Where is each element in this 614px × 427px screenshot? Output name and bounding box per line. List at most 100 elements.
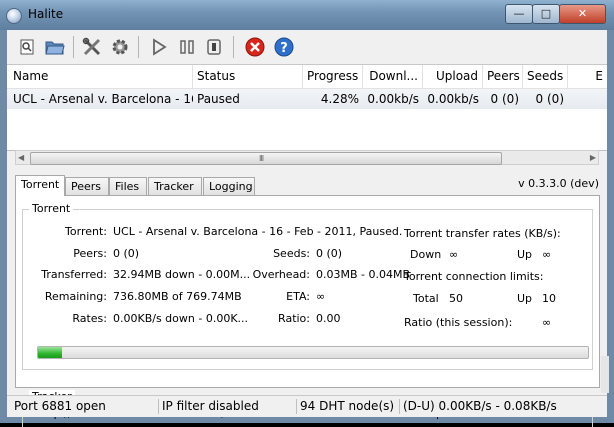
status-port: Port 6881 open	[11, 399, 159, 414]
open-folder-icon	[45, 41, 65, 55]
total-connections-label: Total	[413, 292, 439, 305]
ratio-label: Ratio:	[278, 312, 310, 325]
up-connections-value[interactable]: 10	[542, 292, 556, 305]
transferred-value: 32.94MB down - 0.00M...	[113, 268, 251, 281]
torrent-progress: 4.28%	[320, 92, 359, 106]
column-header-download[interactable]: Downl...	[363, 65, 423, 88]
toolbar: ?	[7, 30, 607, 65]
horizontal-scrollbar[interactable]: ◀ III ▶	[15, 150, 599, 165]
torrent-upload-rate: 0.00kb/s	[427, 92, 479, 106]
tab-tracker[interactable]: Tracker	[148, 177, 202, 195]
open-folder-button[interactable]	[43, 35, 67, 59]
toolbar-separator	[233, 36, 234, 58]
gear-icon	[112, 39, 128, 55]
up-connections-label: Up	[517, 292, 533, 305]
peers-label: Peers:	[73, 247, 107, 260]
client-area: ? Name Status Progress Downl... Upload P…	[7, 30, 609, 427]
torrent-status: Paused	[197, 92, 240, 106]
add-torrent-button[interactable]	[15, 35, 39, 59]
rates-value: 0.00KB/s down - 0.00K...	[113, 312, 249, 325]
scroll-right-icon[interactable]: ▶	[590, 153, 596, 162]
progress-fill	[38, 347, 62, 358]
halite-app-icon	[6, 8, 22, 24]
overhead-value: 0.03MB - 0.04MB	[316, 268, 411, 281]
transferred-label: Transferred:	[41, 268, 107, 281]
seeds-value: 0 (0)	[316, 247, 343, 260]
column-header-name[interactable]: Name	[7, 65, 193, 88]
settings-tools-icon	[82, 37, 101, 56]
remaining-value: 736.80MB of 769.74MB	[113, 290, 242, 303]
column-header-seeds[interactable]: Seeds	[523, 65, 568, 88]
column-header-upload[interactable]: Upload	[423, 65, 483, 88]
connection-limits-heading: Torrent connection limits:	[404, 270, 544, 283]
add-torrent-icon	[20, 39, 34, 55]
torrent-value: UCL - Arsenal v. Barcelona - 16 - Feb - …	[113, 225, 403, 238]
svg-text:?: ?	[280, 41, 288, 56]
help-button[interactable]: ?	[272, 35, 296, 59]
status-dht-nodes: 94 DHT node(s)	[297, 399, 400, 414]
transfer-rates-heading: Torrent transfer rates (KB/s):	[404, 227, 561, 240]
torrent-group: Torrent Torrent: UCL - Arsenal v. Barcel…	[22, 202, 593, 370]
torrent-progress-bar	[37, 346, 589, 359]
rates-label: Rates:	[72, 312, 107, 325]
overhead-label: Overhead:	[252, 268, 310, 281]
up-rate-label: Up	[517, 248, 533, 261]
vertical-scrollbar[interactable]	[601, 356, 609, 393]
ratio-session-value[interactable]: ∞	[542, 316, 551, 329]
stop-button[interactable]	[202, 35, 226, 59]
tab-torrent[interactable]: Torrent	[15, 175, 65, 196]
pause-button[interactable]	[175, 35, 199, 59]
app-window: Halite — □ ✕ ? Name Status Progress Down…	[0, 0, 614, 427]
eta-label: ETA:	[286, 290, 310, 303]
list-header: Name Status Progress Downl... Upload Pee…	[7, 65, 607, 89]
help-icon: ?	[274, 37, 294, 57]
pause-icon	[180, 40, 194, 54]
peers-value: 0 (0)	[113, 247, 140, 260]
torrent-group-title: Torrent	[29, 202, 74, 215]
column-header-extra[interactable]: E	[568, 65, 607, 88]
toolbar-separator	[73, 36, 74, 58]
window-title: Halite	[28, 7, 64, 21]
tab-logging[interactable]: Logging	[203, 177, 255, 195]
torrent-name: UCL - Arsenal v. Barcelona - 16 ...	[13, 92, 193, 106]
torrent-label: Torrent:	[65, 225, 107, 238]
column-header-peers[interactable]: Peers	[483, 65, 523, 88]
status-transfer-rates: (D-U) 0.00KB/s - 0.08KB/s	[403, 399, 557, 413]
down-rate-label: Down	[410, 248, 442, 261]
remove-icon	[245, 37, 265, 57]
torrent-peers: 0 (0)	[490, 92, 519, 106]
tab-peers[interactable]: Peers	[65, 177, 109, 195]
stop-icon	[207, 39, 221, 55]
table-row[interactable]: UCL - Arsenal v. Barcelona - 16 ... Paus…	[7, 89, 607, 109]
status-ip-filter: IP filter disabled	[159, 399, 297, 414]
status-bar: Port 6881 open IP filter disabled 94 DHT…	[7, 395, 607, 417]
eta-value: ∞	[316, 290, 326, 303]
close-button[interactable]: ✕	[559, 4, 606, 24]
up-rate-value[interactable]: ∞	[542, 248, 551, 261]
resume-icon	[153, 38, 167, 56]
toolbar-separator	[138, 36, 139, 58]
version-label: v 0.3.3.0 (dev)	[518, 177, 599, 190]
preferences-button[interactable]	[108, 35, 132, 59]
resume-button[interactable]	[147, 35, 171, 59]
tab-files[interactable]: Files	[109, 177, 147, 195]
settings-tools-button[interactable]	[80, 35, 104, 59]
column-header-status[interactable]: Status	[193, 65, 303, 88]
torrent-seeds: 0 (0)	[535, 92, 564, 106]
scroll-grip: III	[259, 154, 264, 163]
scroll-thumb[interactable]: III	[30, 152, 502, 165]
seeds-label: Seeds:	[273, 247, 310, 260]
total-connections-value[interactable]: 50	[449, 292, 463, 305]
torrent-download-rate: 0.00kb/s	[367, 92, 419, 106]
remaining-label: Remaining:	[44, 290, 107, 303]
maximize-button[interactable]: □	[532, 4, 560, 24]
down-rate-value[interactable]: ∞	[449, 248, 458, 261]
title-bar[interactable]: Halite — □ ✕	[0, 0, 614, 30]
minimize-button[interactable]: —	[505, 4, 533, 24]
torrent-details-panel: Torrent Torrent: UCL - Arsenal v. Barcel…	[15, 195, 600, 427]
ratio-value: 0.00	[316, 312, 341, 325]
column-header-progress[interactable]: Progress	[303, 65, 363, 88]
torrent-list: Name Status Progress Downl... Upload Pee…	[7, 65, 607, 151]
remove-button[interactable]	[243, 35, 267, 59]
scroll-left-icon[interactable]: ◀	[18, 153, 24, 162]
